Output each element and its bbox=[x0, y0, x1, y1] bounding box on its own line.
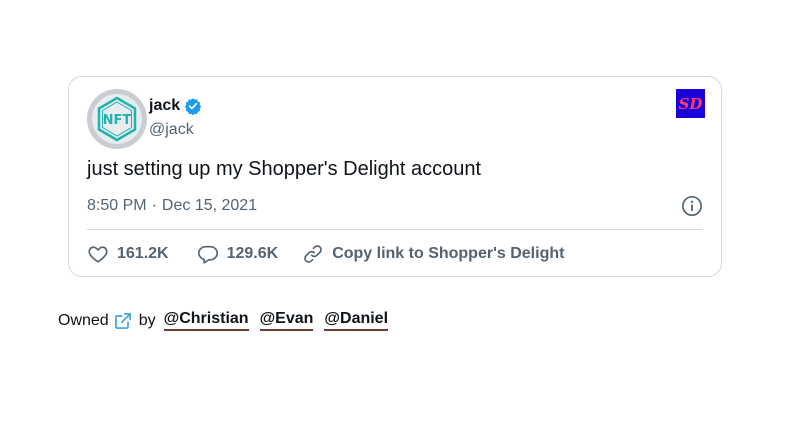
copy-link-label: Copy link to Shopper's Delight bbox=[332, 245, 565, 262]
tweet-card[interactable]: NFT jack @jack SD just setting up my Sho… bbox=[68, 76, 722, 277]
verified-badge-icon bbox=[184, 97, 202, 116]
tweet-time: 8:50 PM bbox=[87, 197, 147, 214]
owner-link-daniel[interactable]: @Daniel bbox=[324, 310, 389, 331]
shoppers-delight-logo: SD bbox=[676, 89, 705, 118]
tweet-actions: 161.2K 129.6K Copy link to Shopper's Del… bbox=[87, 240, 564, 268]
author-name-row: jack bbox=[149, 97, 202, 116]
owned-label: Owned bbox=[58, 311, 109, 329]
heart-icon bbox=[88, 246, 108, 263]
owner-link-christian[interactable]: @Christian bbox=[163, 310, 249, 331]
owner-link-evan[interactable]: @Evan bbox=[259, 310, 314, 331]
info-icon[interactable] bbox=[681, 195, 703, 217]
nft-hexagon-icon: NFT bbox=[92, 94, 142, 144]
like-count: 161.2K bbox=[117, 245, 169, 262]
avatar[interactable]: NFT bbox=[87, 89, 147, 149]
avatar-letters: NFT bbox=[103, 113, 132, 128]
copy-link-button[interactable]: Copy link to Shopper's Delight bbox=[302, 243, 564, 265]
divider bbox=[87, 229, 703, 230]
external-link-icon[interactable] bbox=[113, 311, 133, 331]
reply-button[interactable]: 129.6K bbox=[197, 243, 279, 265]
tweet-text: just setting up my Shopper's Delight acc… bbox=[87, 158, 482, 180]
ownership-row: Owned by @Christian @Evan @Daniel bbox=[58, 310, 389, 331]
author-handle[interactable]: @jack bbox=[149, 121, 194, 139]
link-icon bbox=[304, 245, 323, 263]
speech-bubble-icon bbox=[197, 245, 218, 264]
tweet-date: Dec 15, 2021 bbox=[161, 197, 258, 214]
tweet-timestamp[interactable]: 8:50 PM · Dec 15, 2021 bbox=[87, 197, 257, 215]
like-button[interactable]: 161.2K bbox=[87, 243, 169, 265]
by-label: by bbox=[138, 311, 156, 329]
display-name[interactable]: jack bbox=[149, 97, 180, 115]
meta-separator: · bbox=[151, 197, 157, 214]
reply-count: 129.6K bbox=[226, 245, 279, 262]
